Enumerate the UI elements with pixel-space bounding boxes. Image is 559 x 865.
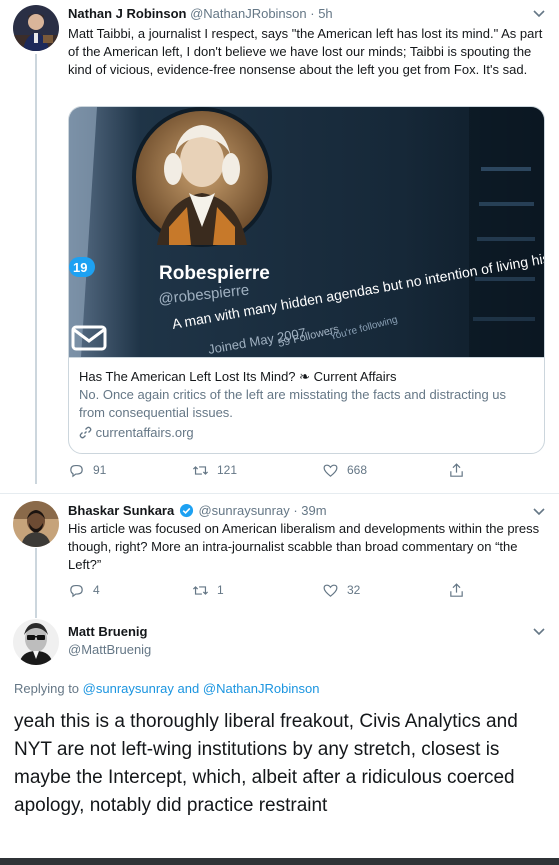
retweet-button[interactable]: 1 [192,582,224,599]
reply-count: 4 [93,583,100,597]
link-icon [79,425,96,440]
tweet-header: Bhaskar Sunkara @sunraysunray · 39m [68,503,327,521]
avatar[interactable] [13,5,59,51]
card-image: Robespierre @robespierre A man with many… [69,107,544,357]
card-description: No. Once again critics of the left are m… [79,387,507,420]
replying-prefix: Replying to [14,681,80,696]
like-count: 32 [347,583,361,597]
focused-tweet-text: yeah this is a thoroughly liberal freako… [14,711,518,816]
reply-button[interactable]: 91 [68,462,106,479]
author-handle[interactable]: @MattBruenig [68,642,151,657]
like-button[interactable]: 668 [322,462,367,479]
verified-icon [179,503,194,521]
reply-icon [70,464,83,478]
link-card[interactable]: Robespierre @robespierre A man with many… [68,106,545,454]
author-name[interactable]: Matt Bruenig [68,624,151,639]
tweet-text: Matt Taibbi, a journalist I respect, say… [68,26,543,77]
share-button[interactable] [448,462,473,479]
retweet-icon [192,586,209,595]
reply-and: and [177,681,200,696]
chevron-down-icon[interactable] [533,625,545,639]
avatar[interactable] [13,501,59,547]
retweet-icon [192,466,209,475]
tweet-header: Nathan J Robinson @NathanJRobinson · 5h [68,6,333,21]
reply-icon [70,584,83,598]
heart-icon [323,584,338,597]
tweet-actions: 91 121 668 [68,462,468,482]
portrait-icon [132,107,272,247]
card-domain-text: currentaffairs.org [95,425,194,440]
tweet-1[interactable]: Nathan J Robinson @NathanJRobinson · 5h … [0,0,559,495]
chevron-down-icon[interactable] [533,7,545,21]
tweet-header: Matt Bruenig @MattBruenig [68,624,151,657]
card-profile-name: Robespierre [159,263,270,284]
card-meta[interactable]: Has The American Left Lost Its Mind? ❧ C… [69,357,544,453]
reply-count: 91 [93,463,107,477]
reply-mention-2[interactable]: @NathanJRobinson [203,681,320,696]
share-button[interactable] [448,582,473,599]
retweet-button[interactable]: 121 [192,462,237,479]
timestamp[interactable]: · 5h [310,6,332,21]
timestamp[interactable]: · 39m [293,503,326,518]
card-domain: currentaffairs.org [79,423,532,443]
reply-button[interactable]: 4 [68,582,100,599]
author-name[interactable]: Bhaskar Sunkara [68,503,174,518]
share-icon [450,463,463,477]
retweet-count: 121 [217,463,238,477]
tweet-actions: 4 1 32 [68,582,468,602]
author-handle[interactable]: @sunraysunray [198,503,289,518]
replying-to: Replying to @sunraysunray and @NathanJRo… [14,681,319,696]
avatar[interactable] [13,619,59,665]
tweet-2[interactable]: Bhaskar Sunkara @sunraysunray · 39m His … [0,494,559,608]
reply-mention-1[interactable]: @sunraysunray [83,681,174,696]
author-handle[interactable]: @NathanJRobinson [190,6,307,21]
retweet-count: 1 [217,583,224,597]
author-name[interactable]: Nathan J Robinson [68,6,186,21]
card-title: Has The American Left Lost Its Mind? ❧ C… [79,369,397,384]
tweet-text: His article was focused on American libe… [68,521,540,572]
chevron-down-icon[interactable] [533,505,545,519]
heart-icon [323,464,338,477]
bottom-bar [0,858,559,865]
card-notification-badge: 19 [73,260,87,275]
share-icon [450,583,463,597]
like-button[interactable]: 32 [322,582,360,599]
like-count: 668 [347,463,368,477]
